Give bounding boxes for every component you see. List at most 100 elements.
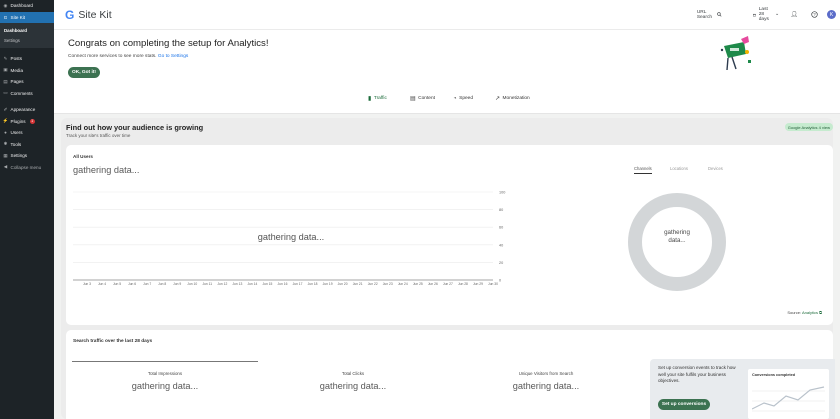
brush-icon: ✐: [3, 106, 8, 112]
x-tick-label: Jun 17: [293, 282, 303, 286]
y-tick-label: 20: [499, 261, 503, 265]
user-icon: ●: [4, 130, 7, 136]
wp-menu-sitekit[interactable]: G Site Kit: [0, 11, 54, 23]
stat-label: Total Impressions: [147, 371, 183, 376]
celebration-illustration-icon: [720, 36, 751, 71]
wp-menu-posts[interactable]: ✎ Posts: [0, 53, 54, 65]
x-tick-label: Jun 14: [247, 282, 257, 286]
wp-menu-label: Media: [10, 67, 24, 73]
wp-menu-media[interactable]: ▣ Media: [0, 65, 54, 77]
wp-menu-label: Posts: [10, 56, 23, 62]
y-tick-label: 60: [499, 226, 503, 230]
user-input-button[interactable]: 👤︎: [790, 11, 798, 18]
comment-icon: ▭: [3, 90, 8, 96]
bar-chart-icon: ▮: [368, 96, 372, 102]
wp-menu-tools[interactable]: ✱ Tools: [0, 139, 54, 151]
x-tick-label: Jun 16: [278, 282, 288, 286]
donut-label-line: gathering: [664, 229, 690, 236]
tab-devices[interactable]: Devices: [708, 166, 723, 171]
plug-icon: ⚡: [2, 118, 9, 124]
wp-menu-pages[interactable]: ▤ Pages: [0, 76, 54, 88]
sitekit-main: G Site Kit URL Search Last 28 days ⌄ 👤︎ …: [54, 0, 840, 419]
wp-menu-users[interactable]: ● Users: [0, 127, 54, 139]
document-icon: ▤: [410, 96, 416, 102]
banner-title: Congrats on completing the setup for Ana…: [68, 38, 269, 49]
wp-menu-comments[interactable]: ▭ Comments: [0, 88, 54, 100]
help-button[interactable]: ?: [811, 11, 818, 18]
stat-label: Unique Visitors from Search: [518, 371, 574, 376]
conversions-cta: Set up conversion events to track how we…: [650, 359, 835, 419]
tab-traffic[interactable]: ▮ Traffic: [368, 94, 387, 103]
wp-submenu-settings[interactable]: Settings: [0, 35, 54, 45]
sitekit-header: G Site Kit URL Search Last 28 days ⌄ 👤︎ …: [54, 0, 840, 29]
tab-channels[interactable]: Channels: [634, 166, 652, 174]
stat-value: gathering data...: [319, 381, 387, 391]
wp-collapse-menu[interactable]: ◀ Collapse menu: [0, 162, 54, 174]
tab-speed[interactable]: ◔ Speed: [453, 94, 473, 103]
help-icon: ?: [811, 11, 818, 18]
calendar-icon: [752, 13, 756, 16]
date-range-label: Last 28 days: [758, 7, 769, 22]
dashboard-icon: ◉: [3, 2, 8, 8]
trend-icon: ↗: [495, 96, 501, 102]
x-tick-label: Jun 25: [413, 282, 423, 286]
date-range-selector[interactable]: Last 28 days ⌄: [752, 7, 779, 22]
url-search-label: URL Search: [696, 9, 713, 20]
wp-menu-dashboard[interactable]: ◉ Dashboard: [0, 0, 54, 12]
wp-menu-label: Plugins: [10, 118, 26, 124]
go-to-settings-link[interactable]: Go to Settings: [158, 54, 188, 59]
search-icon: [717, 12, 722, 17]
banner-description: Connect more services to see more stats.…: [68, 54, 188, 59]
all-users-line-chart: 0 20 40 60 80 100 Jun 3 Jun 4 Jun 5 Jun 6 Jun 7 Jun…: [73, 191, 505, 286]
svg-text:?: ?: [813, 12, 816, 17]
breakdown-tabs: Channels Locations Devices: [622, 166, 742, 176]
tab-label: Speed: [459, 96, 473, 101]
x-tick-label: Jun 23: [383, 282, 393, 286]
analytics-source-link[interactable]: Analytics: [802, 310, 818, 315]
stat-divider: [72, 361, 258, 362]
wp-admin-sidebar: ◉ Dashboard G Site Kit Dashboard Setting…: [0, 0, 54, 419]
stat-unique-visitors[interactable]: Unique Visitors from Search gathering da…: [451, 371, 641, 391]
x-tick-label: Jun 8: [158, 282, 166, 286]
x-tick-label: Jun 5: [113, 282, 121, 286]
x-tick-label: Jun 24: [398, 282, 408, 286]
tab-content[interactable]: ▤ Content: [410, 94, 435, 103]
x-tick-label: Jun 9: [173, 282, 181, 286]
all-users-label: All Users: [73, 154, 93, 159]
person-add-icon: 👤︎: [790, 12, 798, 18]
tab-label: Monetization: [502, 96, 530, 101]
search-traffic-title: Search traffic over the last 28 days: [73, 339, 153, 344]
x-tick-label: Jun 27: [443, 282, 453, 286]
stat-clicks[interactable]: Total Clicks gathering data...: [258, 371, 448, 391]
ga4-view-badge: Google Analytics 4 view: [784, 123, 833, 131]
search-traffic-card: Search traffic over the last 28 days Tot…: [66, 330, 835, 419]
user-avatar[interactable]: K: [827, 10, 836, 19]
tab-locations[interactable]: Locations: [670, 166, 688, 171]
wp-menu-appearance[interactable]: ✐ Appearance: [0, 104, 54, 116]
conversions-preview-chart: Conversions completed: [748, 369, 829, 419]
wp-submenu: Dashboard Settings: [0, 23, 54, 48]
wp-menu-settings[interactable]: ▦ Settings: [0, 150, 54, 162]
wrench-icon: ✱: [3, 141, 8, 147]
stat-label: Total Clicks: [341, 371, 365, 376]
speedometer-icon: ◔: [453, 95, 457, 102]
y-tick-label: 0: [499, 279, 501, 283]
url-search-button[interactable]: URL Search: [697, 10, 722, 20]
x-tick-label: Jun 11: [202, 282, 212, 286]
sitekit-brand[interactable]: G Site Kit: [65, 8, 112, 22]
conversions-preview-title: Conversions completed: [752, 373, 796, 377]
wp-submenu-dashboard[interactable]: Dashboard: [0, 25, 54, 35]
setup-success-banner: Congrats on completing the setup for Ana…: [54, 29, 840, 84]
chevron-down-icon: ⌄: [774, 12, 779, 17]
all-users-value: gathering data...: [73, 165, 140, 175]
section-title: Find out how your audience is growing: [66, 123, 204, 132]
ok-got-it-button[interactable]: OK, Got it!: [68, 67, 100, 78]
tab-monetization[interactable]: ↗ Monetization: [495, 94, 530, 103]
all-users-card: All Users gathering data... 0 20 40 60 80 100…: [66, 145, 833, 325]
wp-menu-plugins[interactable]: ⚡ Plugins 1: [0, 116, 54, 128]
page-icon: ▤: [3, 78, 8, 84]
set-up-conversions-button[interactable]: Set up conversions: [658, 399, 710, 410]
pin-icon: ✎: [3, 55, 8, 61]
stat-impressions[interactable]: Total Impressions gathering data...: [70, 371, 260, 391]
update-count-badge: 1: [29, 118, 35, 124]
